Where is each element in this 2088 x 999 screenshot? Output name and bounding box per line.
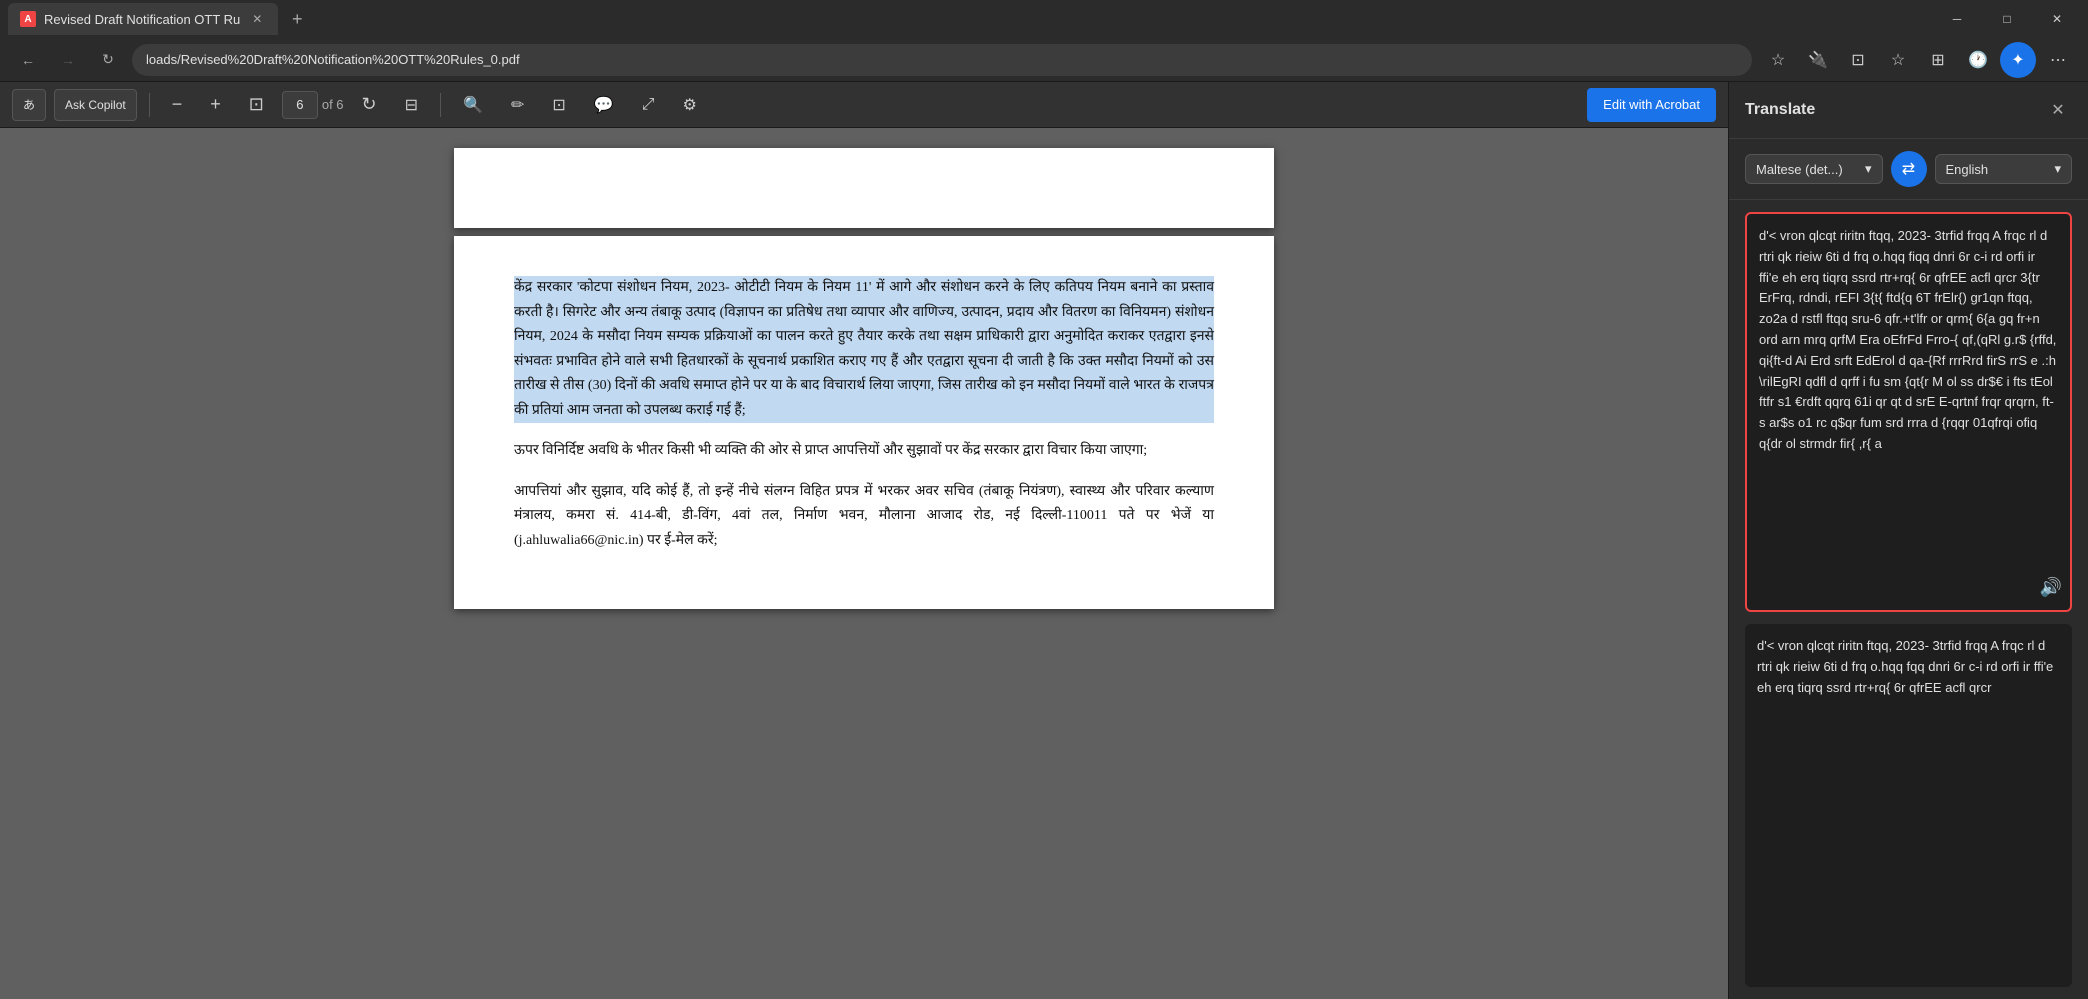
draw-button[interactable]: ✏ <box>501 89 534 121</box>
ask-copilot-button[interactable]: Ask Copilot <box>54 89 137 121</box>
url-bar[interactable]: loads/Revised%20Draft%20Notification%20O… <box>132 44 1752 76</box>
rotate-button[interactable]: ↻ <box>352 89 387 121</box>
translate-result-text-box[interactable]: d'< vron qlcqt riritn ftqq, 2023- 3trfid… <box>1745 624 2072 987</box>
target-language-selector[interactable]: English ▾ <box>1935 154 2073 184</box>
close-button[interactable]: ✕ <box>2034 3 2080 35</box>
back-button[interactable]: ← <box>12 44 44 76</box>
translate-close-button[interactable]: ✕ <box>2044 96 2072 124</box>
language-selector-row: Maltese (det...) ▾ ⇄ English ▾ <box>1729 139 2088 200</box>
source-language-arrow: ▾ <box>1865 161 1872 177</box>
speaker-icon[interactable]: 🔊 <box>2040 573 2062 602</box>
page-number-input[interactable] <box>282 91 318 119</box>
fit-page-button[interactable]: ⊡ <box>239 89 274 121</box>
two-page-button[interactable]: ⊟ <box>395 89 428 121</box>
comment-button[interactable]: 💬 <box>584 89 624 121</box>
search-button[interactable]: 🔍 <box>453 89 493 121</box>
translate-result-text: d'< vron qlcqt riritn ftqq, 2023- 3trfid… <box>1757 638 2053 695</box>
pdf-paragraph-3: आपत्तियां और सुझाव, यदि कोई हैं, तो इन्ह… <box>514 480 1214 554</box>
japanese-char-button[interactable]: あ <box>12 89 46 121</box>
select-text-button[interactable]: ⊡ <box>542 89 575 121</box>
target-language-arrow: ▾ <box>2054 161 2061 177</box>
split-screen-button[interactable]: ⊡ <box>1840 42 1876 78</box>
browser-essentials-button[interactable]: ⊞ <box>1920 42 1956 78</box>
minimize-button[interactable]: ─ <box>1934 3 1980 35</box>
address-bar: ← → ↻ loads/Revised%20Draft%20Notificati… <box>0 38 2088 82</box>
zoom-out-button[interactable]: − <box>162 89 193 121</box>
refresh-button[interactable]: ↻ <box>92 44 124 76</box>
new-tab-button[interactable]: + <box>282 4 312 34</box>
translate-source-text-box[interactable]: d'< vron qlcqt riritn ftqq, 2023- 3trfid… <box>1745 212 2072 612</box>
pdf-viewer: あ Ask Copilot − + ⊡ of 6 ↻ ⊟ 🔍 ✏ ⊡ 💬 ⤢ ⚙… <box>0 82 1728 999</box>
main-area: あ Ask Copilot − + ⊡ of 6 ↻ ⊟ 🔍 ✏ ⊡ 💬 ⤢ ⚙… <box>0 82 2088 999</box>
favorites-button[interactable]: ☆ <box>1760 42 1796 78</box>
url-text: loads/Revised%20Draft%20Notification%20O… <box>146 52 520 67</box>
zoom-in-button[interactable]: + <box>200 89 231 121</box>
window-controls: ─ □ ✕ <box>1934 3 2080 35</box>
history-button[interactable]: 🕐 <box>1960 42 1996 78</box>
titlebar: A Revised Draft Notification OTT Ru ✕ + … <box>0 0 2088 38</box>
browser-tab[interactable]: A Revised Draft Notification OTT Ru ✕ <box>8 3 278 35</box>
translate-source-text: d'< vron qlcqt riritn ftqq, 2023- 3trfid… <box>1759 228 2056 451</box>
tab-title: Revised Draft Notification OTT Ru <box>44 12 240 27</box>
page-navigation: of 6 <box>282 91 344 119</box>
pdf-content-area[interactable]: केंद्र सरकार 'कोटपा संशोधन नियम, 2023- ओ… <box>0 128 1728 999</box>
pdf-paragraph-2: ऊपर विनिर्दिष्ट अवधि के भीतर किसी भी व्य… <box>514 439 1214 464</box>
pdf-paragraph-1[interactable]: केंद्र सरकार 'कोटपा संशोधन नियम, 2023- ओ… <box>514 276 1214 423</box>
copilot-button blue-icon[interactable]: ✦ <box>2000 42 2036 78</box>
divider2 <box>440 93 441 117</box>
pdf-page-main: केंद्र सरकार 'कोटपा संशोधन नियम, 2023- ओ… <box>454 236 1274 609</box>
toolbar-actions: ☆ 🔌 ⊡ ☆ ⊞ 🕐 ✦ ⋯ <box>1760 42 2076 78</box>
target-language-label: English <box>1946 162 1989 177</box>
expand-button[interactable]: ⤢ <box>632 89 665 121</box>
swap-languages-button[interactable]: ⇄ <box>1891 151 1927 187</box>
page-total: of 6 <box>322 97 344 112</box>
forward-button[interactable]: → <box>52 44 84 76</box>
translate-panel: Translate ✕ Maltese (det...) ▾ ⇄ English… <box>1728 82 2088 999</box>
extensions-button[interactable]: 🔌 <box>1800 42 1836 78</box>
maximize-button[interactable]: □ <box>1984 3 2030 35</box>
pdf-page-top-fragment <box>454 148 1274 228</box>
more-tools-button[interactable]: ⋯ <box>2040 42 2076 78</box>
edit-with-acrobat-button[interactable]: Edit with Acrobat <box>1587 88 1716 122</box>
translate-panel-title: Translate <box>1745 101 2044 119</box>
collections-button[interactable]: ☆ <box>1880 42 1916 78</box>
source-language-selector[interactable]: Maltese (det...) ▾ <box>1745 154 1883 184</box>
tab-close-button[interactable]: ✕ <box>248 10 266 28</box>
pdf-toolbar: あ Ask Copilot − + ⊡ of 6 ↻ ⊟ 🔍 ✏ ⊡ 💬 ⤢ ⚙… <box>0 82 1728 128</box>
divider1 <box>149 93 150 117</box>
settings-button[interactable]: ⚙ <box>673 89 707 121</box>
tab-favicon: A <box>20 11 36 27</box>
translate-panel-header: Translate ✕ <box>1729 82 2088 139</box>
source-language-label: Maltese (det...) <box>1756 162 1843 177</box>
